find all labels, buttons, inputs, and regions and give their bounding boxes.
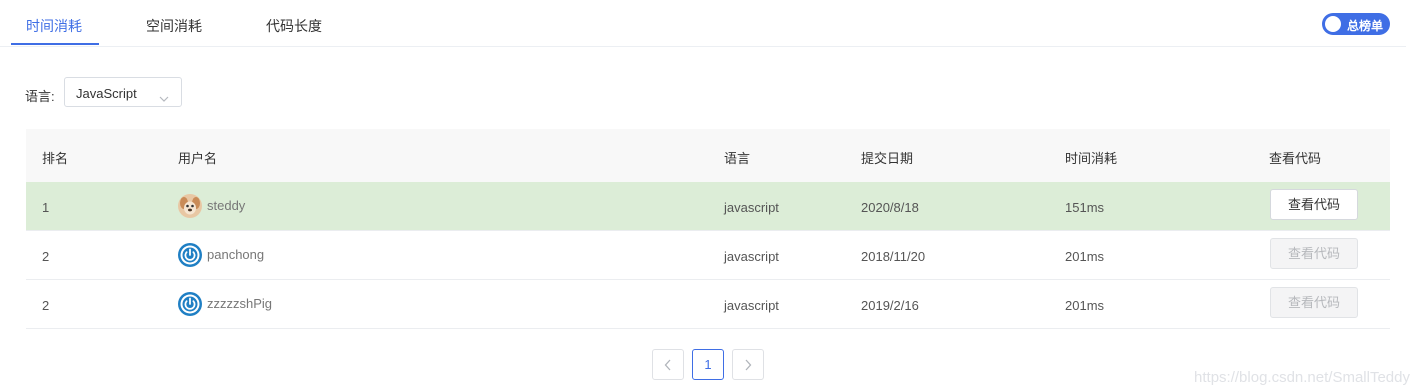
toggle-label: 总榜单: [1347, 19, 1384, 33]
username[interactable]: zzzzzshPig: [207, 296, 272, 311]
date-cell: 2020/8/18: [861, 200, 919, 215]
tab-time[interactable]: 时间消耗: [26, 16, 82, 36]
dog-avatar-icon: [178, 194, 202, 218]
rank-cell: 2: [42, 298, 50, 313]
language-cell: javascript: [724, 249, 779, 264]
time-cell: 201ms: [1065, 298, 1105, 313]
table-row: 2 zzzzzshPig javascript 2019/2/16 201ms …: [26, 280, 1390, 329]
view-code-button[interactable]: 查看代码: [1270, 287, 1358, 318]
time-cell: 201ms: [1065, 249, 1105, 264]
language-cell: javascript: [724, 298, 779, 313]
prev-page-button[interactable]: [652, 349, 684, 380]
date-cell: 2019/2/16: [861, 298, 919, 313]
header-time: 时间消耗: [1065, 151, 1118, 166]
next-page-button[interactable]: [732, 349, 764, 380]
table-header: 排名 用户名 语言 提交日期 时间消耗 查看代码: [26, 129, 1390, 182]
view-code-button[interactable]: 查看代码: [1270, 238, 1358, 269]
language-filter-label: 语言:: [25, 89, 55, 104]
tab-code-length[interactable]: 代码长度: [266, 16, 322, 36]
toggle-knob: [1325, 16, 1341, 32]
header-language: 语言: [724, 151, 751, 166]
leaderboard-toggle[interactable]: 总榜单: [1322, 13, 1390, 35]
power-avatar-icon: [178, 292, 202, 316]
chevron-right-icon: [745, 359, 752, 371]
tab-space[interactable]: 空间消耗: [146, 16, 202, 36]
header-date: 提交日期: [861, 151, 914, 166]
time-cell: 151ms: [1065, 200, 1105, 215]
table-row: 1 steddy javascript 2020/8/18 151ms 查看代码: [26, 182, 1390, 231]
language-cell: javascript: [724, 200, 779, 215]
table-row: 2 panchong javascript 2018/11/20 201ms 查…: [26, 231, 1390, 280]
username[interactable]: steddy: [207, 198, 245, 213]
watermark: https://blog.csdn.net/SmallTeddy: [1194, 369, 1410, 386]
page-1-button[interactable]: 1: [692, 349, 724, 380]
chevron-down-icon: [159, 89, 169, 107]
ranking-table: 排名 用户名 语言 提交日期 时间消耗 查看代码 1 steddy javasc…: [26, 129, 1390, 329]
rank-cell: 2: [42, 249, 50, 264]
view-code-button[interactable]: 查看代码: [1270, 189, 1358, 220]
username[interactable]: panchong: [207, 247, 264, 262]
chevron-left-icon: [664, 359, 671, 371]
header-rank: 排名: [42, 151, 69, 166]
power-avatar-icon: [178, 243, 202, 267]
date-cell: 2018/11/20: [861, 249, 926, 264]
header-view-code: 查看代码: [1269, 151, 1322, 166]
tab-bar: 时间消耗 空间消耗 代码长度: [0, 0, 1406, 47]
language-select[interactable]: JavaScript: [64, 77, 182, 107]
active-tab-indicator: [11, 43, 99, 45]
header-username: 用户名: [178, 151, 218, 166]
language-select-value: JavaScript: [76, 86, 137, 101]
rank-cell: 1: [42, 200, 50, 215]
